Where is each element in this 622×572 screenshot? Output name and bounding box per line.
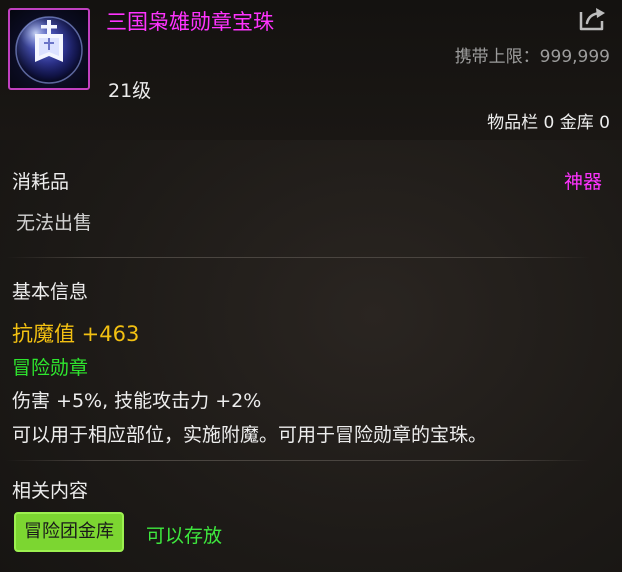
related-heading: 相关内容: [12, 480, 89, 502]
orb-banner-icon: [15, 16, 83, 84]
tooltip-header: 三国枭雄勋章宝珠 携带上限：999,999 21级 物品栏 0 金库 0: [0, 0, 622, 140]
medal-type: 冒险勋章: [12, 357, 89, 379]
magic-resist-value: 抗魔值 +463: [12, 322, 140, 346]
sell-status: 无法出售: [16, 212, 93, 234]
item-name: 三国枭雄勋章宝珠: [106, 10, 274, 34]
item-icon-frame: [8, 8, 90, 90]
carry-limit: 携带上限：999,999: [454, 47, 610, 67]
basic-info-heading: 基本信息: [12, 281, 89, 303]
item-rarity: 神器: [563, 171, 602, 193]
divider: [6, 257, 590, 258]
divider: [6, 460, 590, 461]
effect-stats: 伤害 +5%, 技能攻击力 +2%: [12, 390, 262, 412]
item-description: 可以用于相应部位，实施附魔。可用于冒险勋章的宝珠。: [12, 424, 488, 446]
share-button[interactable]: [578, 6, 608, 32]
bank-storage-status: 可以存放: [146, 525, 223, 547]
storage-counts: 物品栏 0 金库 0: [487, 113, 610, 133]
adventure-bank-button[interactable]: 冒险团金库: [14, 512, 124, 552]
item-level: 21级: [108, 80, 152, 102]
item-category: 消耗品: [12, 171, 70, 193]
item-tooltip: 三国枭雄勋章宝珠 携带上限：999,999 21级 物品栏 0 金库 0 消耗品…: [0, 0, 622, 572]
share-arrow-icon[interactable]: [578, 6, 608, 32]
